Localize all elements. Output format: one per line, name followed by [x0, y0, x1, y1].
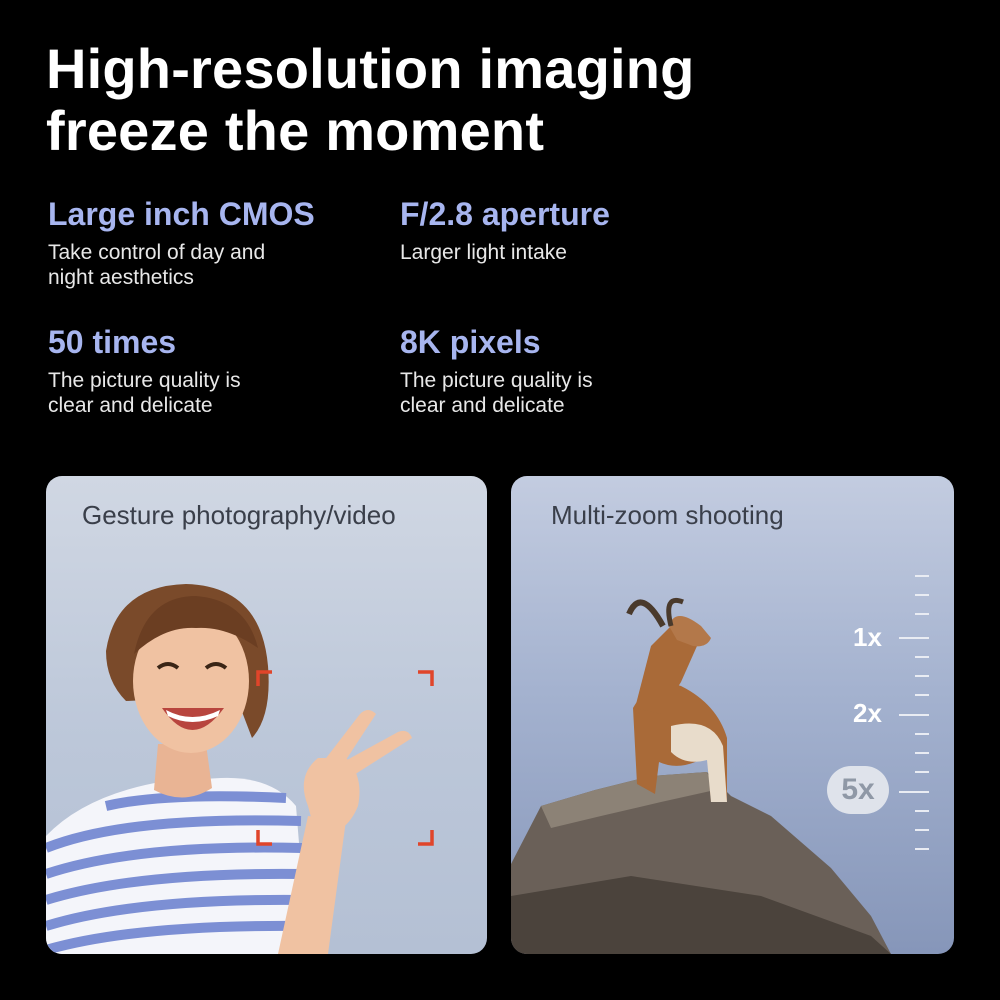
feature-title: F/2.8 aperture	[400, 196, 610, 232]
feature-desc-line: Take control of day and	[48, 241, 266, 264]
feature-desc-line: clear and delicate	[400, 394, 565, 417]
feature-title: Large inch CMOS	[48, 196, 315, 232]
headline: High-resolution imaging freeze the momen…	[46, 38, 695, 162]
feature-cmos: Large inch CMOS Take control of day and …	[48, 194, 378, 290]
feature-desc: The picture quality is clear and delicat…	[400, 368, 730, 418]
gesture-card-title: Gesture photography/video	[82, 500, 396, 530]
feature-desc-line: The picture quality is	[400, 369, 593, 392]
feature-zoom-times: 50 times The picture quality is clear an…	[48, 322, 378, 418]
feature-title: 8K pixels	[400, 324, 541, 360]
feature-desc: Take control of day and night aesthetics	[48, 240, 378, 290]
zoom-level-5x-selected[interactable]: 5x	[827, 766, 889, 814]
feature-desc-line: The picture quality is	[48, 369, 241, 392]
striped-shirt	[46, 777, 309, 954]
feature-title: 50 times	[48, 324, 177, 360]
feature-desc-line: clear and delicate	[48, 394, 213, 417]
gesture-card: Gesture photography/video	[46, 476, 487, 954]
feature-desc: The picture quality is clear and delicat…	[48, 368, 378, 418]
zoom-level-1x[interactable]: 1x	[853, 622, 882, 653]
feature-aperture: F/2.8 aperture Larger light intake	[400, 194, 730, 265]
gesture-illustration	[46, 584, 434, 954]
zoom-scale	[899, 575, 929, 850]
goat	[626, 598, 727, 802]
feature-desc-line: Larger light intake	[400, 241, 567, 264]
zoom-level-2x[interactable]: 2x	[853, 698, 882, 729]
zoom-card-title: Multi-zoom shooting	[551, 500, 784, 530]
feature-desc: Larger light intake	[400, 240, 730, 265]
headline-line-1: High-resolution imaging	[46, 37, 695, 100]
feature-8k-pixels: 8K pixels The picture quality is clear a…	[400, 322, 730, 418]
zoom-illustration	[511, 575, 929, 954]
zoom-card: Multi-zoom shooting 1x 2x 5x	[511, 476, 954, 954]
feature-desc-line: night aesthetics	[48, 266, 194, 289]
headline-line-2: freeze the moment	[46, 99, 545, 162]
